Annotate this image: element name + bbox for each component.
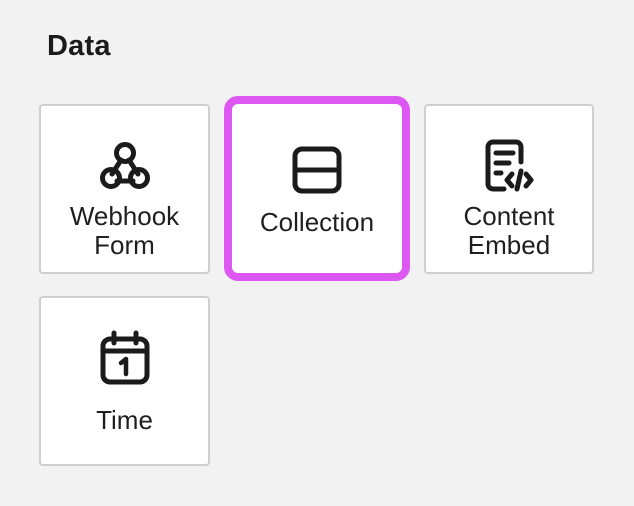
tile-content-embed[interactable]: Content Embed <box>424 104 594 274</box>
tile-collection[interactable]: Collection <box>224 96 410 281</box>
tile-label: Content Embed <box>463 201 555 260</box>
calendar-icon <box>97 330 153 386</box>
tile-label: Collection <box>259 207 375 237</box>
tile-webhook-form[interactable]: Webhook Form <box>39 104 210 274</box>
webhook-icon <box>97 138 153 194</box>
tile-label: Time <box>96 405 153 435</box>
collection-icon <box>289 142 345 198</box>
tile-label: Webhook Form <box>69 201 180 260</box>
section-title: Data <box>47 30 111 62</box>
code-file-icon <box>481 138 537 194</box>
tile-time[interactable]: Time <box>39 296 210 466</box>
